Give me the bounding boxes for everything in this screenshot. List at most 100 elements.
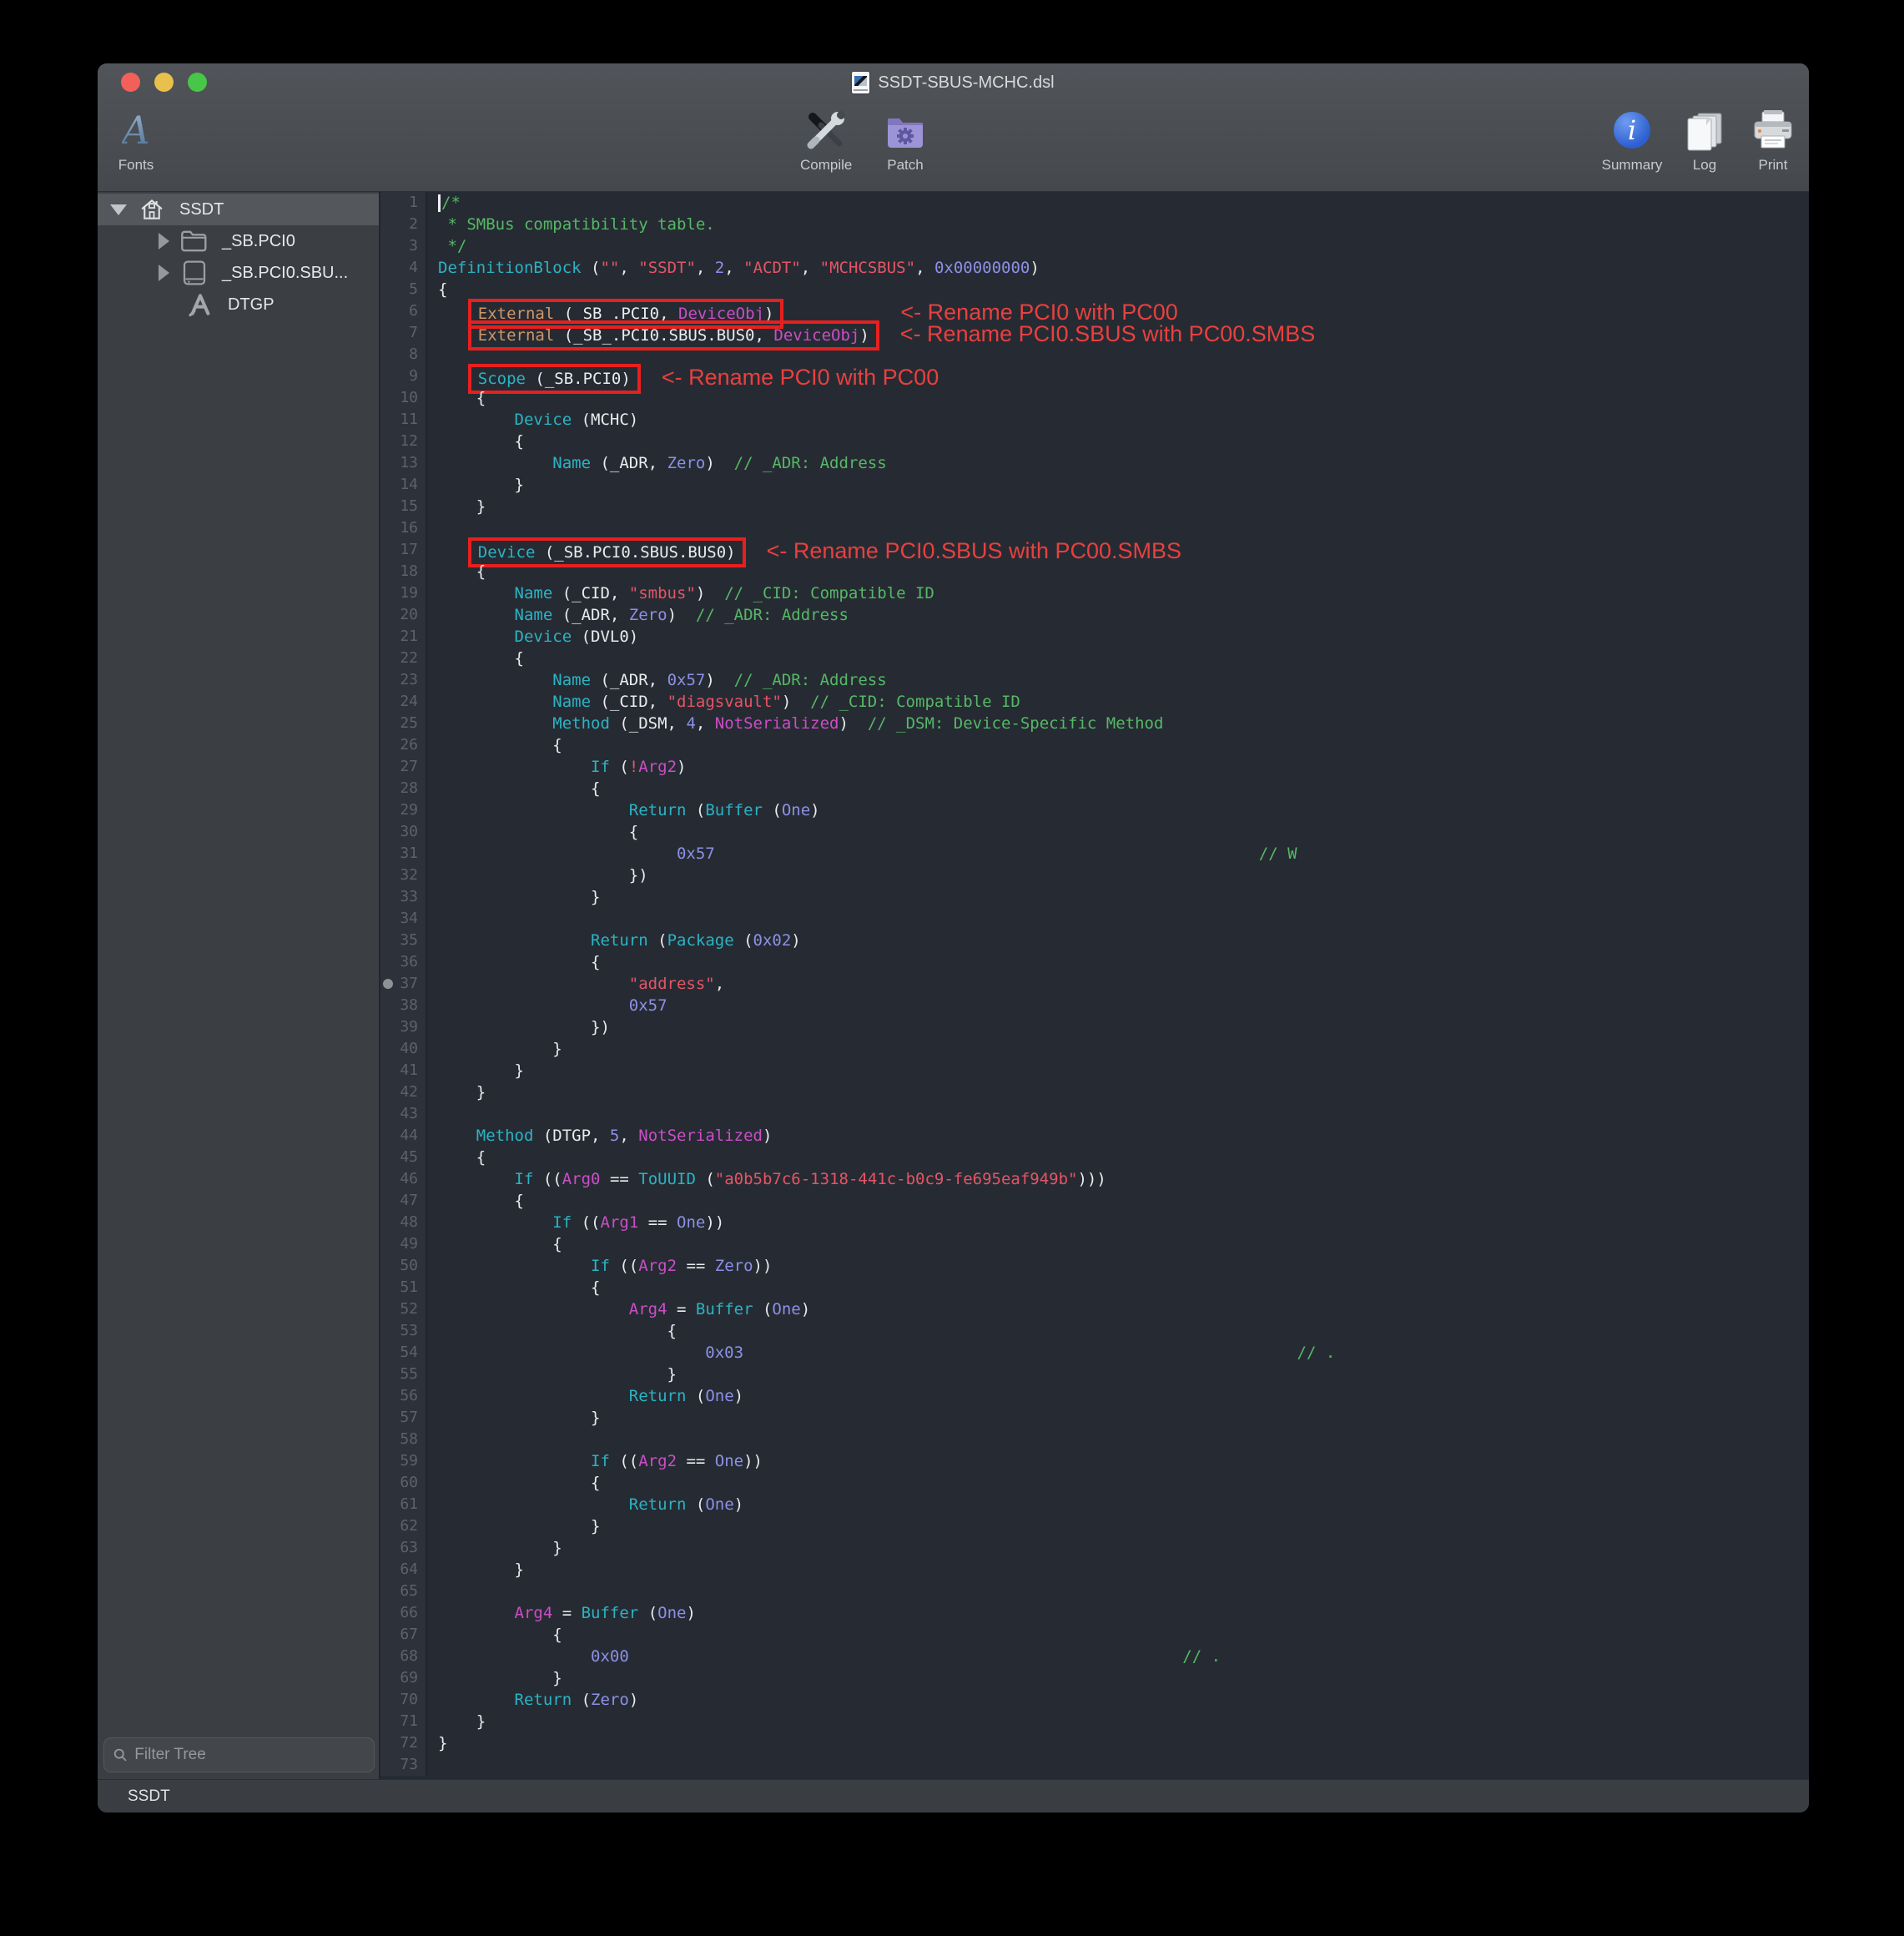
code-line[interactable]: 59 If ((Arg2 == One)) [380,1450,1809,1472]
tree-item-ssdt[interactable]: SSDT [98,194,379,225]
code-line[interactable]: 39 }) [380,1016,1809,1038]
code-line[interactable]: 27 If (!Arg2) [380,756,1809,778]
code-line[interactable]: 57 } [380,1407,1809,1429]
code-line[interactable]: 9 Scope (_SB.PCI0)<- Rename PCI0 with PC… [380,366,1809,387]
code-line[interactable]: 35 Return (Package (0x02) [380,930,1809,951]
disclosure-triangle[interactable] [159,233,169,250]
code-line[interactable]: 17 Device (_SB.PCI0.SBUS.BUS0)<- Rename … [380,539,1809,561]
code-line[interactable]: 13 Name (_ADR, Zero) // _ADR: Address [380,452,1809,474]
code-line[interactable]: 64 } [380,1559,1809,1581]
code-line[interactable]: 31 0x57 // W [380,843,1809,865]
code-line[interactable]: 48 If ((Arg1 == One)) [380,1212,1809,1233]
line-number: 6 [380,300,427,322]
code-line[interactable]: 22 { [380,648,1809,669]
code-line[interactable]: 73 [380,1754,1809,1776]
code-line[interactable]: 49 { [380,1233,1809,1255]
code-line[interactable]: 11 Device (MCHC) [380,409,1809,431]
code-line[interactable]: 30 { [380,821,1809,843]
line-number: 61 [380,1494,427,1515]
code-line[interactable]: 1/* [380,192,1809,214]
code-line[interactable]: 7 External (_SB_.PCI0.SBUS.BUS0, DeviceO… [380,322,1809,344]
patch-button[interactable]: Patch [884,108,927,174]
code-line[interactable]: 12 { [380,431,1809,452]
code-line[interactable]: 42 } [380,1081,1809,1103]
code-line[interactable]: 5{ [380,279,1809,300]
code-line[interactable]: 65 [380,1581,1809,1602]
code-line[interactable]: 14 } [380,474,1809,496]
log-button[interactable]: Log [1680,108,1730,174]
compile-button[interactable]: Compile [800,108,852,174]
code-line[interactable]: 38 0x57 [380,995,1809,1016]
code-line[interactable]: 16 [380,517,1809,539]
code-line[interactable]: 70 Return (Zero) [380,1689,1809,1711]
disclosure-triangle[interactable] [110,204,127,215]
code-text: }) [427,865,1809,886]
code-line[interactable]: 37 "address", [380,973,1809,995]
code-line[interactable]: 47 { [380,1190,1809,1212]
code-line[interactable]: 43 [380,1103,1809,1125]
code-line[interactable]: 68 0x00 // . [380,1646,1809,1667]
code-line[interactable]: 72} [380,1732,1809,1754]
code-line[interactable]: 20 Name (_ADR, Zero) // _ADR: Address [380,604,1809,626]
code-line[interactable]: 23 Name (_ADR, 0x57) // _ADR: Address [380,669,1809,691]
line-number: 32 [380,865,427,886]
document-proxy-icon[interactable] [852,72,869,93]
code-line[interactable]: 3 */ [380,235,1809,257]
code-line[interactable]: 18 { [380,561,1809,582]
code-line[interactable]: 55 } [380,1364,1809,1385]
code-line[interactable]: 36 { [380,951,1809,973]
code-line[interactable]: 33 } [380,886,1809,908]
code-line[interactable]: 60 { [380,1472,1809,1494]
code-line[interactable]: 69 } [380,1667,1809,1689]
code-line[interactable]: 52 Arg4 = Buffer (One) [380,1298,1809,1320]
code-line[interactable]: 41 } [380,1060,1809,1081]
code-line[interactable]: 19 Name (_CID, "smbus") // _CID: Compati… [380,582,1809,604]
line-number: 29 [380,799,427,821]
code-line[interactable]: 29 Return (Buffer (One) [380,799,1809,821]
code-line[interactable]: 2 * SMBus compatibility table. [380,214,1809,235]
code-line[interactable]: 56 Return (One) [380,1385,1809,1407]
code-line[interactable]: 66 Arg4 = Buffer (One) [380,1602,1809,1624]
code-line[interactable]: 8 [380,344,1809,366]
code-line[interactable]: 58 [380,1429,1809,1450]
code-line[interactable]: 15 } [380,496,1809,517]
disclosure-triangle[interactable] [159,265,169,281]
tree-item-label: _SB.PCI0 [222,232,295,251]
fonts-button[interactable]: A Fonts [114,108,158,174]
code-line[interactable]: 25 Method (_DSM, 4, NotSerialized) // _D… [380,713,1809,734]
code-line[interactable]: 46 If ((Arg0 == ToUUID ("a0b5b7c6-1318-4… [380,1168,1809,1190]
tree-item-dtgp[interactable]: DTGP [98,289,379,320]
summary-button[interactable]: i Summary [1587,108,1677,174]
line-number: 71 [380,1711,427,1732]
code-line[interactable]: 4DefinitionBlock ("", "SSDT", 2, "ACDT",… [380,257,1809,279]
code-line[interactable]: 40 } [380,1038,1809,1060]
code-line[interactable]: 67 { [380,1624,1809,1646]
code-line[interactable]: 53 { [380,1320,1809,1342]
code-line[interactable]: 21 Device (DVL0) [380,626,1809,648]
code-line[interactable]: 61 Return (One) [380,1494,1809,1515]
tree-item-sb-pci0[interactable]: _SB.PCI0 [98,225,379,257]
code-line[interactable]: 63 } [380,1537,1809,1559]
line-number: 63 [380,1537,427,1559]
code-line[interactable]: 44 Method (DTGP, 5, NotSerialized) [380,1125,1809,1147]
code-editor[interactable]: 1/*2 * SMBus compatibility table.3 */4De… [380,192,1809,1779]
filter-tree-input[interactable] [134,1746,365,1764]
code-line[interactable]: 50 If ((Arg2 == Zero)) [380,1255,1809,1277]
code-line[interactable]: 6 External (_SB_.PCI0, DeviceObj)<- Rena… [380,300,1809,322]
code-line[interactable]: 32 }) [380,865,1809,886]
code-line[interactable]: 71 } [380,1711,1809,1732]
print-button[interactable]: Print [1745,108,1801,174]
line-number: 37 [380,973,427,995]
code-text: Device (DVL0) [427,626,1809,648]
code-line[interactable]: 28 { [380,778,1809,799]
code-text: } [427,496,1809,517]
code-line[interactable]: 24 Name (_CID, "diagsvault") // _CID: Co… [380,691,1809,713]
code-line[interactable]: 51 { [380,1277,1809,1298]
code-line[interactable]: 26 { [380,734,1809,756]
code-line[interactable]: 10 { [380,387,1809,409]
tree-item-sb-pci0-sbu[interactable]: _SB.PCI0.SBU... [98,257,379,289]
code-line[interactable]: 34 [380,908,1809,930]
code-line[interactable]: 54 0x03 // . [380,1342,1809,1364]
code-line[interactable]: 45 { [380,1147,1809,1168]
code-line[interactable]: 62 } [380,1515,1809,1537]
